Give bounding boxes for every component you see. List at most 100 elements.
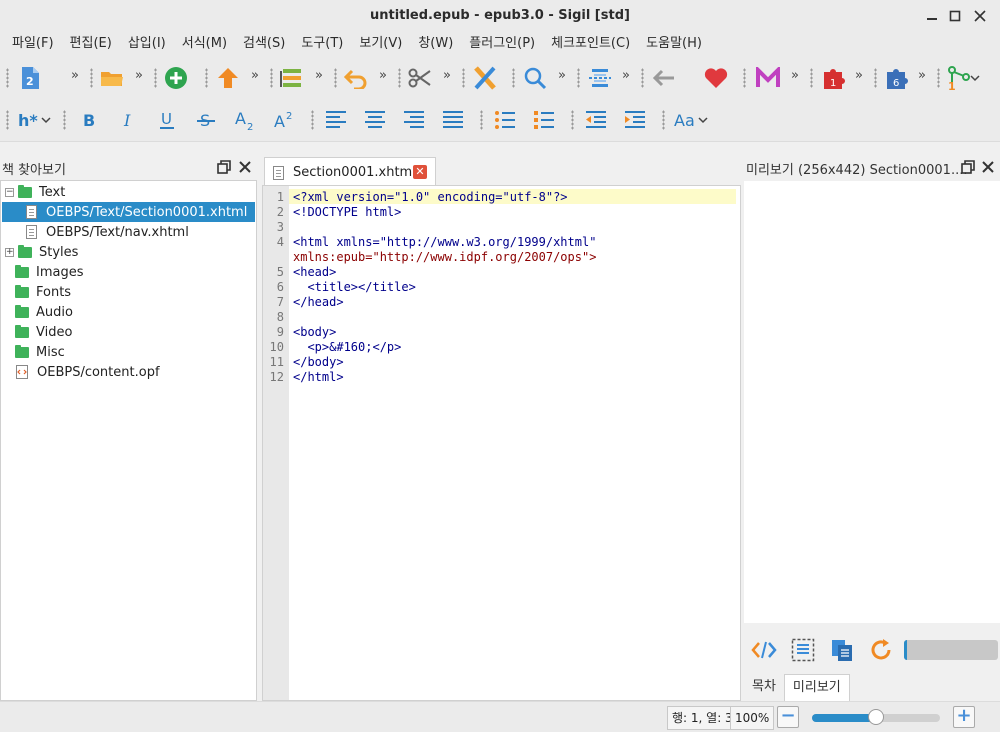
- toolbar-more[interactable]: »: [251, 68, 259, 83]
- toolbar-more[interactable]: »: [315, 68, 323, 83]
- toolbar-more[interactable]: »: [135, 68, 143, 83]
- toolbar-grip[interactable]: [270, 68, 273, 88]
- underline-button[interactable]: U: [153, 106, 181, 134]
- toolbar-grip[interactable]: [90, 68, 93, 88]
- tree-folder-audio[interactable]: Audio: [1, 302, 256, 322]
- tree-file-content-opf[interactable]: OEBPS/content.opf: [1, 362, 256, 382]
- menu-checkpoints[interactable]: 체크포인트(C): [543, 32, 638, 56]
- maximize-button[interactable]: [945, 6, 965, 26]
- toolbar-grip[interactable]: [311, 110, 314, 130]
- menu-format[interactable]: 서식(M): [174, 32, 235, 56]
- inspect-button[interactable]: [750, 636, 778, 664]
- decrease-indent-button[interactable]: [582, 106, 610, 134]
- close-window-button[interactable]: [970, 6, 990, 26]
- toolbar-grip[interactable]: [577, 68, 580, 88]
- move-up-button[interactable]: [214, 64, 242, 92]
- menu-view[interactable]: 보기(V): [351, 32, 410, 56]
- heading-dropdown[interactable]: h*: [18, 106, 54, 134]
- toolbar-grip[interactable]: [810, 68, 813, 88]
- split-button[interactable]: [586, 64, 614, 92]
- toolbar-grip[interactable]: [334, 68, 337, 88]
- code-editor[interactable]: 1 2 3 4 5 6 7 8 9 10 11 12 <?xml version…: [262, 185, 741, 701]
- toolbar-grip[interactable]: [874, 68, 877, 88]
- menu-plugins[interactable]: 플러그인(P): [461, 32, 543, 56]
- back-button[interactable]: [650, 64, 678, 92]
- toolbar-more[interactable]: »: [443, 68, 451, 83]
- add-button[interactable]: [162, 64, 190, 92]
- toolbar-grip[interactable]: [480, 110, 483, 130]
- mend-button[interactable]: [754, 64, 782, 92]
- menu-help[interactable]: 도움말(H): [638, 32, 710, 56]
- toolbar-more[interactable]: »: [379, 68, 387, 83]
- toolbar-grip[interactable]: [662, 110, 665, 130]
- align-center-button[interactable]: [361, 106, 389, 134]
- plugin-2-button[interactable]: 6: [883, 64, 911, 92]
- numbered-list-button[interactable]: [530, 106, 558, 134]
- copy-button[interactable]: [828, 636, 856, 664]
- align-justify-button[interactable]: [439, 106, 467, 134]
- toolbar-grip[interactable]: [63, 110, 66, 130]
- tree-folder-text[interactable]: − Text: [1, 182, 256, 202]
- open-file-button[interactable]: [98, 64, 126, 92]
- tree-folder-misc[interactable]: Misc: [1, 342, 256, 362]
- favorite-button[interactable]: [702, 64, 730, 92]
- superscript-button[interactable]: A2: [270, 106, 298, 134]
- toolbar-grip[interactable]: [641, 68, 644, 88]
- zoom-slider[interactable]: [812, 709, 940, 725]
- text-case-dropdown[interactable]: Aa: [674, 106, 714, 134]
- minimize-button[interactable]: [922, 6, 942, 26]
- find-button[interactable]: [521, 64, 549, 92]
- collapse-toggle[interactable]: −: [5, 187, 14, 197]
- toolbar-grip[interactable]: [937, 68, 940, 88]
- tab-toc[interactable]: 목차: [744, 674, 784, 701]
- zoom-slider-handle[interactable]: [868, 709, 884, 725]
- tree-file-section0001[interactable]: OEBPS/Text/Section0001.xhtml: [2, 202, 255, 222]
- close-panel-icon[interactable]: [238, 160, 252, 174]
- toolbar-more[interactable]: »: [918, 68, 926, 83]
- tree-folder-video[interactable]: Video: [1, 322, 256, 342]
- tab-preview[interactable]: 미리보기: [783, 674, 850, 701]
- select-all-button[interactable]: [789, 636, 817, 664]
- refresh-preview-button[interactable]: [867, 636, 895, 664]
- menu-tools[interactable]: 도구(T): [293, 32, 351, 56]
- undo-button[interactable]: [342, 64, 370, 92]
- metadata-button[interactable]: [278, 64, 306, 92]
- close-panel-icon[interactable]: [981, 160, 995, 174]
- toolbar-more[interactable]: »: [855, 68, 863, 83]
- clean-source-button[interactable]: [471, 64, 499, 92]
- zoom-in-button[interactable]: +: [953, 706, 975, 728]
- bold-button[interactable]: B: [75, 106, 103, 134]
- menu-file[interactable]: 파일(F): [4, 32, 62, 56]
- toolbar-more[interactable]: »: [622, 68, 630, 83]
- align-left-button[interactable]: [322, 106, 350, 134]
- increase-indent-button[interactable]: [621, 106, 649, 134]
- toolbar-more[interactable]: »: [71, 68, 79, 83]
- toolbar-grip[interactable]: [743, 68, 746, 88]
- toolbar-grip[interactable]: [6, 68, 9, 88]
- toolbar-grip[interactable]: [398, 68, 401, 88]
- italic-button[interactable]: I: [114, 106, 142, 134]
- float-panel-icon[interactable]: [217, 160, 231, 174]
- cut-button[interactable]: [406, 64, 434, 92]
- toolbar-more[interactable]: »: [791, 68, 799, 83]
- toolbar-grip[interactable]: [205, 68, 208, 88]
- menu-window[interactable]: 창(W): [410, 32, 461, 56]
- tree-folder-fonts[interactable]: Fonts: [1, 282, 256, 302]
- tree-folder-styles[interactable]: + Styles: [1, 242, 256, 262]
- bullet-list-button[interactable]: [491, 106, 519, 134]
- float-panel-icon[interactable]: [961, 160, 975, 174]
- toolbar-grip[interactable]: [462, 68, 465, 88]
- toolbar-grip[interactable]: [154, 68, 157, 88]
- menu-search[interactable]: 검색(S): [235, 32, 293, 56]
- toolbar-grip[interactable]: [512, 68, 515, 88]
- strikethrough-button[interactable]: S: [192, 106, 220, 134]
- toolbar-more[interactable]: »: [558, 68, 566, 83]
- tree-file-nav[interactable]: OEBPS/Text/nav.xhtml: [1, 222, 256, 242]
- tab-section0001[interactable]: Section0001.xhtml ✕: [264, 157, 436, 187]
- tree-folder-images[interactable]: Images: [1, 262, 256, 282]
- plugin-dropdown[interactable]: [968, 64, 982, 92]
- menu-insert[interactable]: 삽입(I): [120, 32, 174, 56]
- close-tab-button[interactable]: ✕: [413, 165, 427, 179]
- toolbar-grip[interactable]: [571, 110, 574, 130]
- align-right-button[interactable]: [400, 106, 428, 134]
